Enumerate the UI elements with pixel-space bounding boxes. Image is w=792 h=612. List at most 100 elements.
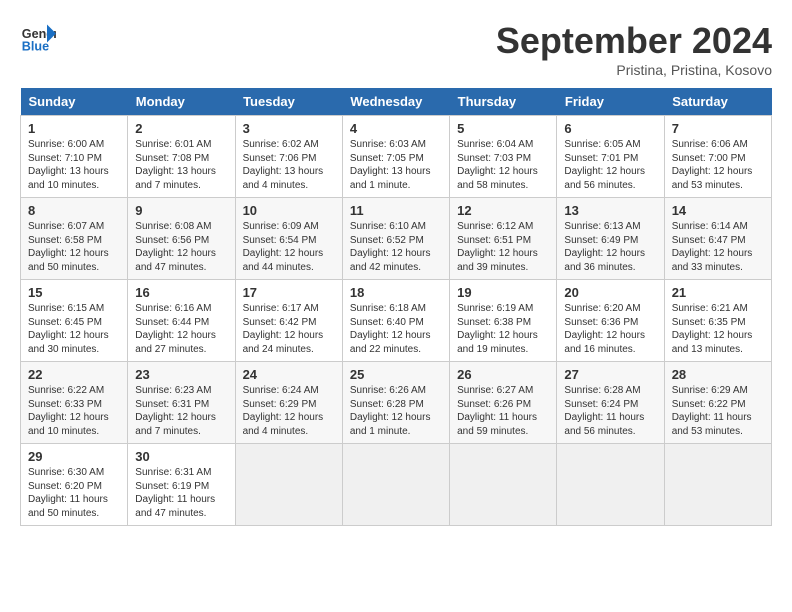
day-info: Sunrise: 6:06 AMSunset: 7:00 PMDaylight:… xyxy=(672,138,764,192)
day-number: 7 xyxy=(672,121,764,136)
day-info: Sunrise: 6:00 AMSunset: 7:10 PMDaylight:… xyxy=(28,138,120,192)
calendar-cell: 26 Sunrise: 6:27 AMSunset: 6:26 PMDayligh… xyxy=(450,362,557,444)
day-number: 16 xyxy=(135,285,227,300)
day-number: 14 xyxy=(672,203,764,218)
calendar-cell: 30 Sunrise: 6:31 AMSunset: 6:19 PMDayligh… xyxy=(128,444,235,526)
calendar-week-row: 22Sunrise: 6:22 AMSunset: 6:33 PMDayligh… xyxy=(21,362,772,444)
calendar-cell: 14 Sunrise: 6:14 AMSunset: 6:47 PMDayligh… xyxy=(664,198,771,280)
calendar-cell: 19Sunrise: 6:19 AMSunset: 6:38 PMDayligh… xyxy=(450,280,557,362)
day-number: 15 xyxy=(28,285,120,300)
calendar-cell xyxy=(664,444,771,526)
day-number: 27 xyxy=(564,367,656,382)
day-info: Sunrise: 6:01 AMSunset: 7:08 PMDaylight:… xyxy=(135,138,227,192)
day-info: Sunrise: 6:28 AMSunset: 6:24 PMDaylight:… xyxy=(564,384,656,438)
day-number: 8 xyxy=(28,203,120,218)
day-number: 13 xyxy=(564,203,656,218)
day-info: Sunrise: 6:31 AMSunset: 6:19 PMDaylight:… xyxy=(135,466,227,520)
day-info: Sunrise: 6:02 AMSunset: 7:06 PMDaylight:… xyxy=(243,138,335,192)
day-info: Sunrise: 6:10 AMSunset: 6:52 PMDaylight:… xyxy=(350,220,442,274)
day-info: Sunrise: 6:21 AMSunset: 6:35 PMDaylight:… xyxy=(672,302,764,356)
calendar-cell: 2Sunrise: 6:01 AMSunset: 7:08 PMDaylight… xyxy=(128,116,235,198)
day-number: 3 xyxy=(243,121,335,136)
day-number: 22 xyxy=(28,367,120,382)
day-number: 9 xyxy=(135,203,227,218)
logo-icon: General Blue xyxy=(20,20,56,56)
day-number: 4 xyxy=(350,121,442,136)
calendar-cell: 1 Sunrise: 6:00 AMSunset: 7:10 PMDaylight… xyxy=(21,116,128,198)
calendar-cell: 13 Sunrise: 6:13 AMSunset: 6:49 PMDayligh… xyxy=(557,198,664,280)
day-number: 19 xyxy=(457,285,549,300)
day-info: Sunrise: 6:08 AMSunset: 6:56 PMDaylight:… xyxy=(135,220,227,274)
calendar-cell: 25 Sunrise: 6:26 AMSunset: 6:28 PMDayligh… xyxy=(342,362,449,444)
calendar-cell: 5 Sunrise: 6:04 AMSunset: 7:03 PMDaylight… xyxy=(450,116,557,198)
title-block: September 2024 Pristina, Pristina, Kosov… xyxy=(496,20,772,78)
day-info: Sunrise: 6:26 AMSunset: 6:28 PMDaylight:… xyxy=(350,384,442,438)
calendar-cell: 28 Sunrise: 6:29 AMSunset: 6:22 PMDayligh… xyxy=(664,362,771,444)
day-number: 17 xyxy=(243,285,335,300)
calendar-cell: 10Sunrise: 6:09 AMSunset: 6:54 PMDayligh… xyxy=(235,198,342,280)
day-info: Sunrise: 6:24 AMSunset: 6:29 PMDaylight:… xyxy=(243,384,335,438)
day-number: 1 xyxy=(28,121,120,136)
day-info: Sunrise: 6:18 AMSunset: 6:40 PMDaylight:… xyxy=(350,302,442,356)
day-number: 21 xyxy=(672,285,764,300)
svg-text:Blue: Blue xyxy=(22,40,49,54)
calendar-week-row: 1 Sunrise: 6:00 AMSunset: 7:10 PMDaylight… xyxy=(21,116,772,198)
day-number: 5 xyxy=(457,121,549,136)
day-number: 26 xyxy=(457,367,549,382)
day-info: Sunrise: 6:29 AMSunset: 6:22 PMDaylight:… xyxy=(672,384,764,438)
header-cell-saturday: Saturday xyxy=(664,88,771,116)
header-cell-wednesday: Wednesday xyxy=(342,88,449,116)
calendar-cell xyxy=(557,444,664,526)
calendar-week-row: 29 Sunrise: 6:30 AMSunset: 6:20 PMDayligh… xyxy=(21,444,772,526)
logo: General Blue xyxy=(20,20,56,56)
calendar-cell xyxy=(342,444,449,526)
calendar-cell: 15 Sunrise: 6:15 AMSunset: 6:45 PMDayligh… xyxy=(21,280,128,362)
day-info: Sunrise: 6:07 AMSunset: 6:58 PMDaylight:… xyxy=(28,220,120,274)
day-info: Sunrise: 6:15 AMSunset: 6:45 PMDaylight:… xyxy=(28,302,120,356)
header-cell-monday: Monday xyxy=(128,88,235,116)
calendar-cell: 17 Sunrise: 6:17 AMSunset: 6:42 PMDayligh… xyxy=(235,280,342,362)
header-cell-tuesday: Tuesday xyxy=(235,88,342,116)
calendar-cell: 11 Sunrise: 6:10 AMSunset: 6:52 PMDayligh… xyxy=(342,198,449,280)
calendar-header-row: SundayMondayTuesdayWednesdayThursdayFrid… xyxy=(21,88,772,116)
calendar-cell: 27 Sunrise: 6:28 AMSunset: 6:24 PMDayligh… xyxy=(557,362,664,444)
day-info: Sunrise: 6:23 AMSunset: 6:31 PMDaylight:… xyxy=(135,384,227,438)
day-info: Sunrise: 6:04 AMSunset: 7:03 PMDaylight:… xyxy=(457,138,549,192)
day-number: 28 xyxy=(672,367,764,382)
calendar-cell: 18Sunrise: 6:18 AMSunset: 6:40 PMDayligh… xyxy=(342,280,449,362)
calendar-cell: 3 Sunrise: 6:02 AMSunset: 7:06 PMDaylight… xyxy=(235,116,342,198)
day-info: Sunrise: 6:14 AMSunset: 6:47 PMDaylight:… xyxy=(672,220,764,274)
day-number: 29 xyxy=(28,449,120,464)
day-info: Sunrise: 6:20 AMSunset: 6:36 PMDaylight:… xyxy=(564,302,656,356)
calendar-cell xyxy=(450,444,557,526)
page-header: General Blue September 2024 Pristina, Pr… xyxy=(20,20,772,78)
day-info: Sunrise: 6:13 AMSunset: 6:49 PMDaylight:… xyxy=(564,220,656,274)
day-info: Sunrise: 6:05 AMSunset: 7:01 PMDaylight:… xyxy=(564,138,656,192)
month-title: September 2024 xyxy=(496,20,772,62)
header-cell-sunday: Sunday xyxy=(21,88,128,116)
day-info: Sunrise: 6:09 AMSunset: 6:54 PMDaylight:… xyxy=(243,220,335,274)
calendar-week-row: 8 Sunrise: 6:07 AMSunset: 6:58 PMDaylight… xyxy=(21,198,772,280)
day-info: Sunrise: 6:30 AMSunset: 6:20 PMDaylight:… xyxy=(28,466,120,520)
day-number: 11 xyxy=(350,203,442,218)
day-number: 25 xyxy=(350,367,442,382)
day-info: Sunrise: 6:17 AMSunset: 6:42 PMDaylight:… xyxy=(243,302,335,356)
calendar-cell: 16Sunrise: 6:16 AMSunset: 6:44 PMDayligh… xyxy=(128,280,235,362)
calendar-cell: 24 Sunrise: 6:24 AMSunset: 6:29 PMDayligh… xyxy=(235,362,342,444)
day-info: Sunrise: 6:03 AMSunset: 7:05 PMDaylight:… xyxy=(350,138,442,192)
day-info: Sunrise: 6:27 AMSunset: 6:26 PMDaylight:… xyxy=(457,384,549,438)
day-number: 20 xyxy=(564,285,656,300)
day-number: 24 xyxy=(243,367,335,382)
day-number: 23 xyxy=(135,367,227,382)
calendar-cell: 6Sunrise: 6:05 AMSunset: 7:01 PMDaylight… xyxy=(557,116,664,198)
calendar-cell: 7 Sunrise: 6:06 AMSunset: 7:00 PMDaylight… xyxy=(664,116,771,198)
calendar-cell: 4 Sunrise: 6:03 AMSunset: 7:05 PMDaylight… xyxy=(342,116,449,198)
header-cell-friday: Friday xyxy=(557,88,664,116)
calendar-cell: 21 Sunrise: 6:21 AMSunset: 6:35 PMDayligh… xyxy=(664,280,771,362)
calendar-cell xyxy=(235,444,342,526)
day-info: Sunrise: 6:12 AMSunset: 6:51 PMDaylight:… xyxy=(457,220,549,274)
day-number: 12 xyxy=(457,203,549,218)
calendar-table: SundayMondayTuesdayWednesdayThursdayFrid… xyxy=(20,88,772,526)
calendar-cell: 9 Sunrise: 6:08 AMSunset: 6:56 PMDaylight… xyxy=(128,198,235,280)
day-number: 30 xyxy=(135,449,227,464)
